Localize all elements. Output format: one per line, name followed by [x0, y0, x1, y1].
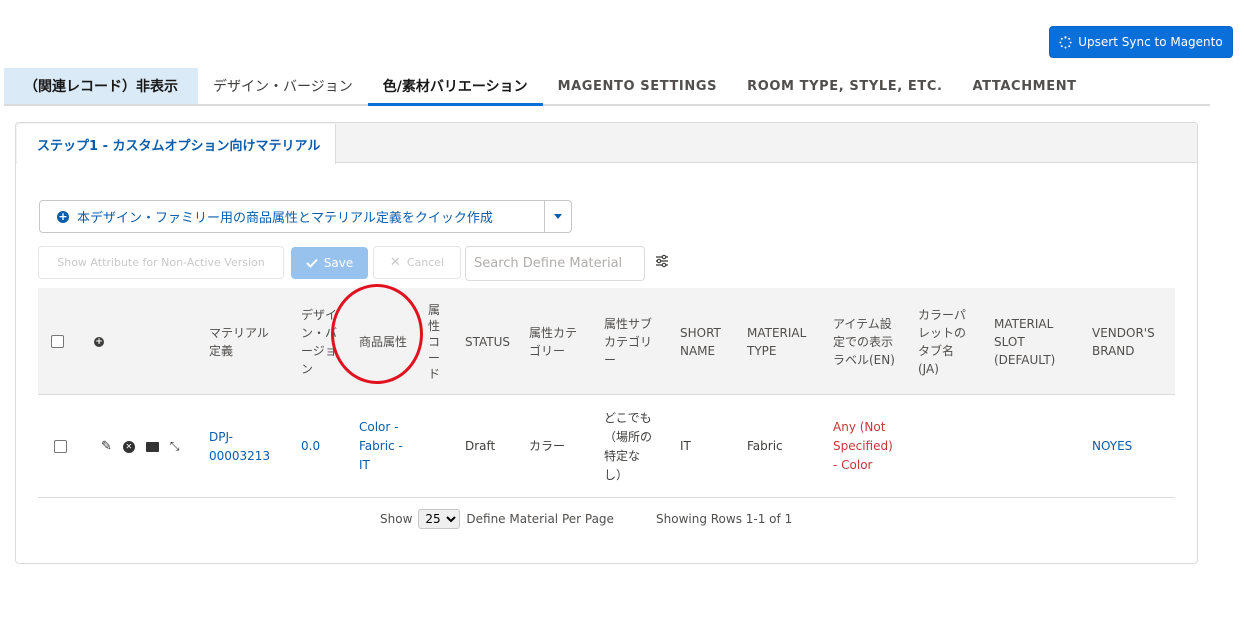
- header-material-slot[interactable]: MATERIAL SLOT (DEFAULT): [994, 288, 1055, 395]
- cell-item-label: Any (Not Specified) - Color: [833, 420, 893, 472]
- tab-color-material-variation[interactable]: 色/素材バリエーション: [367, 68, 543, 106]
- cell-product-attr[interactable]: Color - Fabric - IT: [359, 395, 403, 498]
- header-attr-code[interactable]: 属性コード: [428, 288, 440, 395]
- upsert-sync-label: Upsert Sync to Magento: [1078, 35, 1223, 49]
- tab-room-type-style[interactable]: ROOM TYPE, STYLE, ETC.: [732, 68, 957, 104]
- pager: Show 25 Define Material Per Page: [380, 508, 614, 530]
- row-checkbox[interactable]: [54, 440, 67, 453]
- quick-create-button[interactable]: + 本デザイン・ファミリー用の商品属性とマテリアル定義をクイック作成: [40, 201, 544, 232]
- folder-icon[interactable]: [145, 441, 159, 452]
- cancel-button[interactable]: ✕ Cancel: [373, 246, 461, 279]
- tab-magento-settings[interactable]: MAGENTO SETTINGS: [543, 68, 733, 104]
- chevron-down-icon: [554, 214, 562, 219]
- header-attr-category[interactable]: 属性カテ ゴリー: [529, 288, 577, 395]
- upsert-sync-button[interactable]: Upsert Sync to Magento: [1049, 26, 1233, 58]
- header-short-name[interactable]: SHORT NAME: [680, 288, 721, 395]
- header-material-type[interactable]: MATERIAL TYPE: [747, 288, 806, 395]
- select-all-checkbox-cell: [51, 288, 64, 395]
- page-size-select[interactable]: 25: [418, 509, 461, 529]
- sync-spinner-icon: [1059, 35, 1072, 49]
- pager-show-label: Show: [380, 512, 413, 526]
- search-define-material-input[interactable]: [465, 246, 645, 281]
- cell-vendor-brand[interactable]: NOYES: [1092, 395, 1132, 498]
- add-circle-icon: +: [57, 209, 69, 223]
- add-row-icon[interactable]: +: [94, 336, 104, 347]
- cell-material[interactable]: DPJ- 00003213: [209, 395, 270, 498]
- cell-version[interactable]: 0.0: [301, 395, 320, 498]
- tab-attachment[interactable]: ATTACHMENT: [958, 68, 1092, 104]
- quick-create-button-group: + 本デザイン・ファミリー用の商品属性とマテリアル定義をクイック作成: [39, 200, 572, 233]
- row-checkbox-cell: [54, 395, 67, 498]
- header-vendor-brand[interactable]: VENDOR'S BRAND: [1092, 288, 1155, 395]
- save-button[interactable]: Save: [291, 247, 368, 279]
- quick-create-dropdown[interactable]: [544, 201, 571, 232]
- cell-material-type: Fabric: [747, 439, 783, 453]
- settings-sliders-icon[interactable]: [655, 254, 669, 268]
- quick-create-label: 本デザイン・ファミリー用の商品属性とマテリアル定義をクイック作成: [77, 211, 493, 226]
- showing-rows-label: Showing Rows 1-1 of 1: [656, 512, 793, 526]
- header-product-attr[interactable]: 商品属性: [359, 288, 407, 395]
- add-row-cell: +: [94, 288, 104, 395]
- header-version[interactable]: デザイ ン・バ ージョン: [301, 288, 337, 395]
- edit-pencil-icon[interactable]: ✎: [101, 437, 112, 456]
- header-status[interactable]: STATUS: [465, 288, 510, 395]
- cell-status: Draft: [465, 439, 496, 453]
- show-non-active-attr-label: Show Attribute for Non-Active Version: [57, 256, 265, 269]
- cancel-label: Cancel: [406, 256, 445, 269]
- header-palette-tab[interactable]: カラーパ レットの タブ名 (JA): [918, 288, 966, 395]
- header-item-label[interactable]: アイテム設 定での表示 ラベル(EN): [833, 288, 895, 395]
- select-all-checkbox[interactable]: [51, 335, 64, 348]
- close-icon: ✕: [389, 255, 401, 270]
- tab-design-version[interactable]: デザイン・バージョン: [198, 68, 368, 104]
- cell-attr-category: カラー: [529, 439, 566, 453]
- cell-attr-subcategory: どこでも （場所の 特定な し）: [604, 410, 653, 482]
- subtab-step1-material[interactable]: ステップ1 - カスタムオプション向けマテリアル: [17, 124, 336, 164]
- record-tabs: （関連レコード）非表示 デザイン・バージョン 色/素材バリエーション MAGEN…: [4, 68, 1210, 106]
- tab-related-records-hidden[interactable]: （関連レコード）非表示: [4, 68, 198, 104]
- pager-per-page-label: Define Material Per Page: [466, 512, 614, 526]
- header-material[interactable]: マテリアル 定義: [209, 288, 269, 395]
- header-attr-subcategory[interactable]: 属性サブ カテゴリー: [604, 288, 652, 395]
- collapse-arrows-icon[interactable]: ⤡: [170, 437, 180, 456]
- row-actions: ✎ ✕ ⤡: [101, 395, 180, 498]
- grid-header: + マテリアル 定義 デザイ ン・バ ージョン 商品属性 属性コード STATUS 属…: [38, 288, 1175, 395]
- show-non-active-attr-button[interactable]: Show Attribute for Non-Active Version: [38, 246, 284, 279]
- delete-circle-icon[interactable]: ✕: [122, 440, 135, 453]
- save-label: Save: [323, 256, 354, 270]
- cell-short-name: IT: [680, 439, 691, 453]
- table-row: ✎ ✕ ⤡ DPJ- 00003213 0.0 Color - Fabric - IT…: [38, 395, 1175, 498]
- check-icon: [306, 258, 318, 268]
